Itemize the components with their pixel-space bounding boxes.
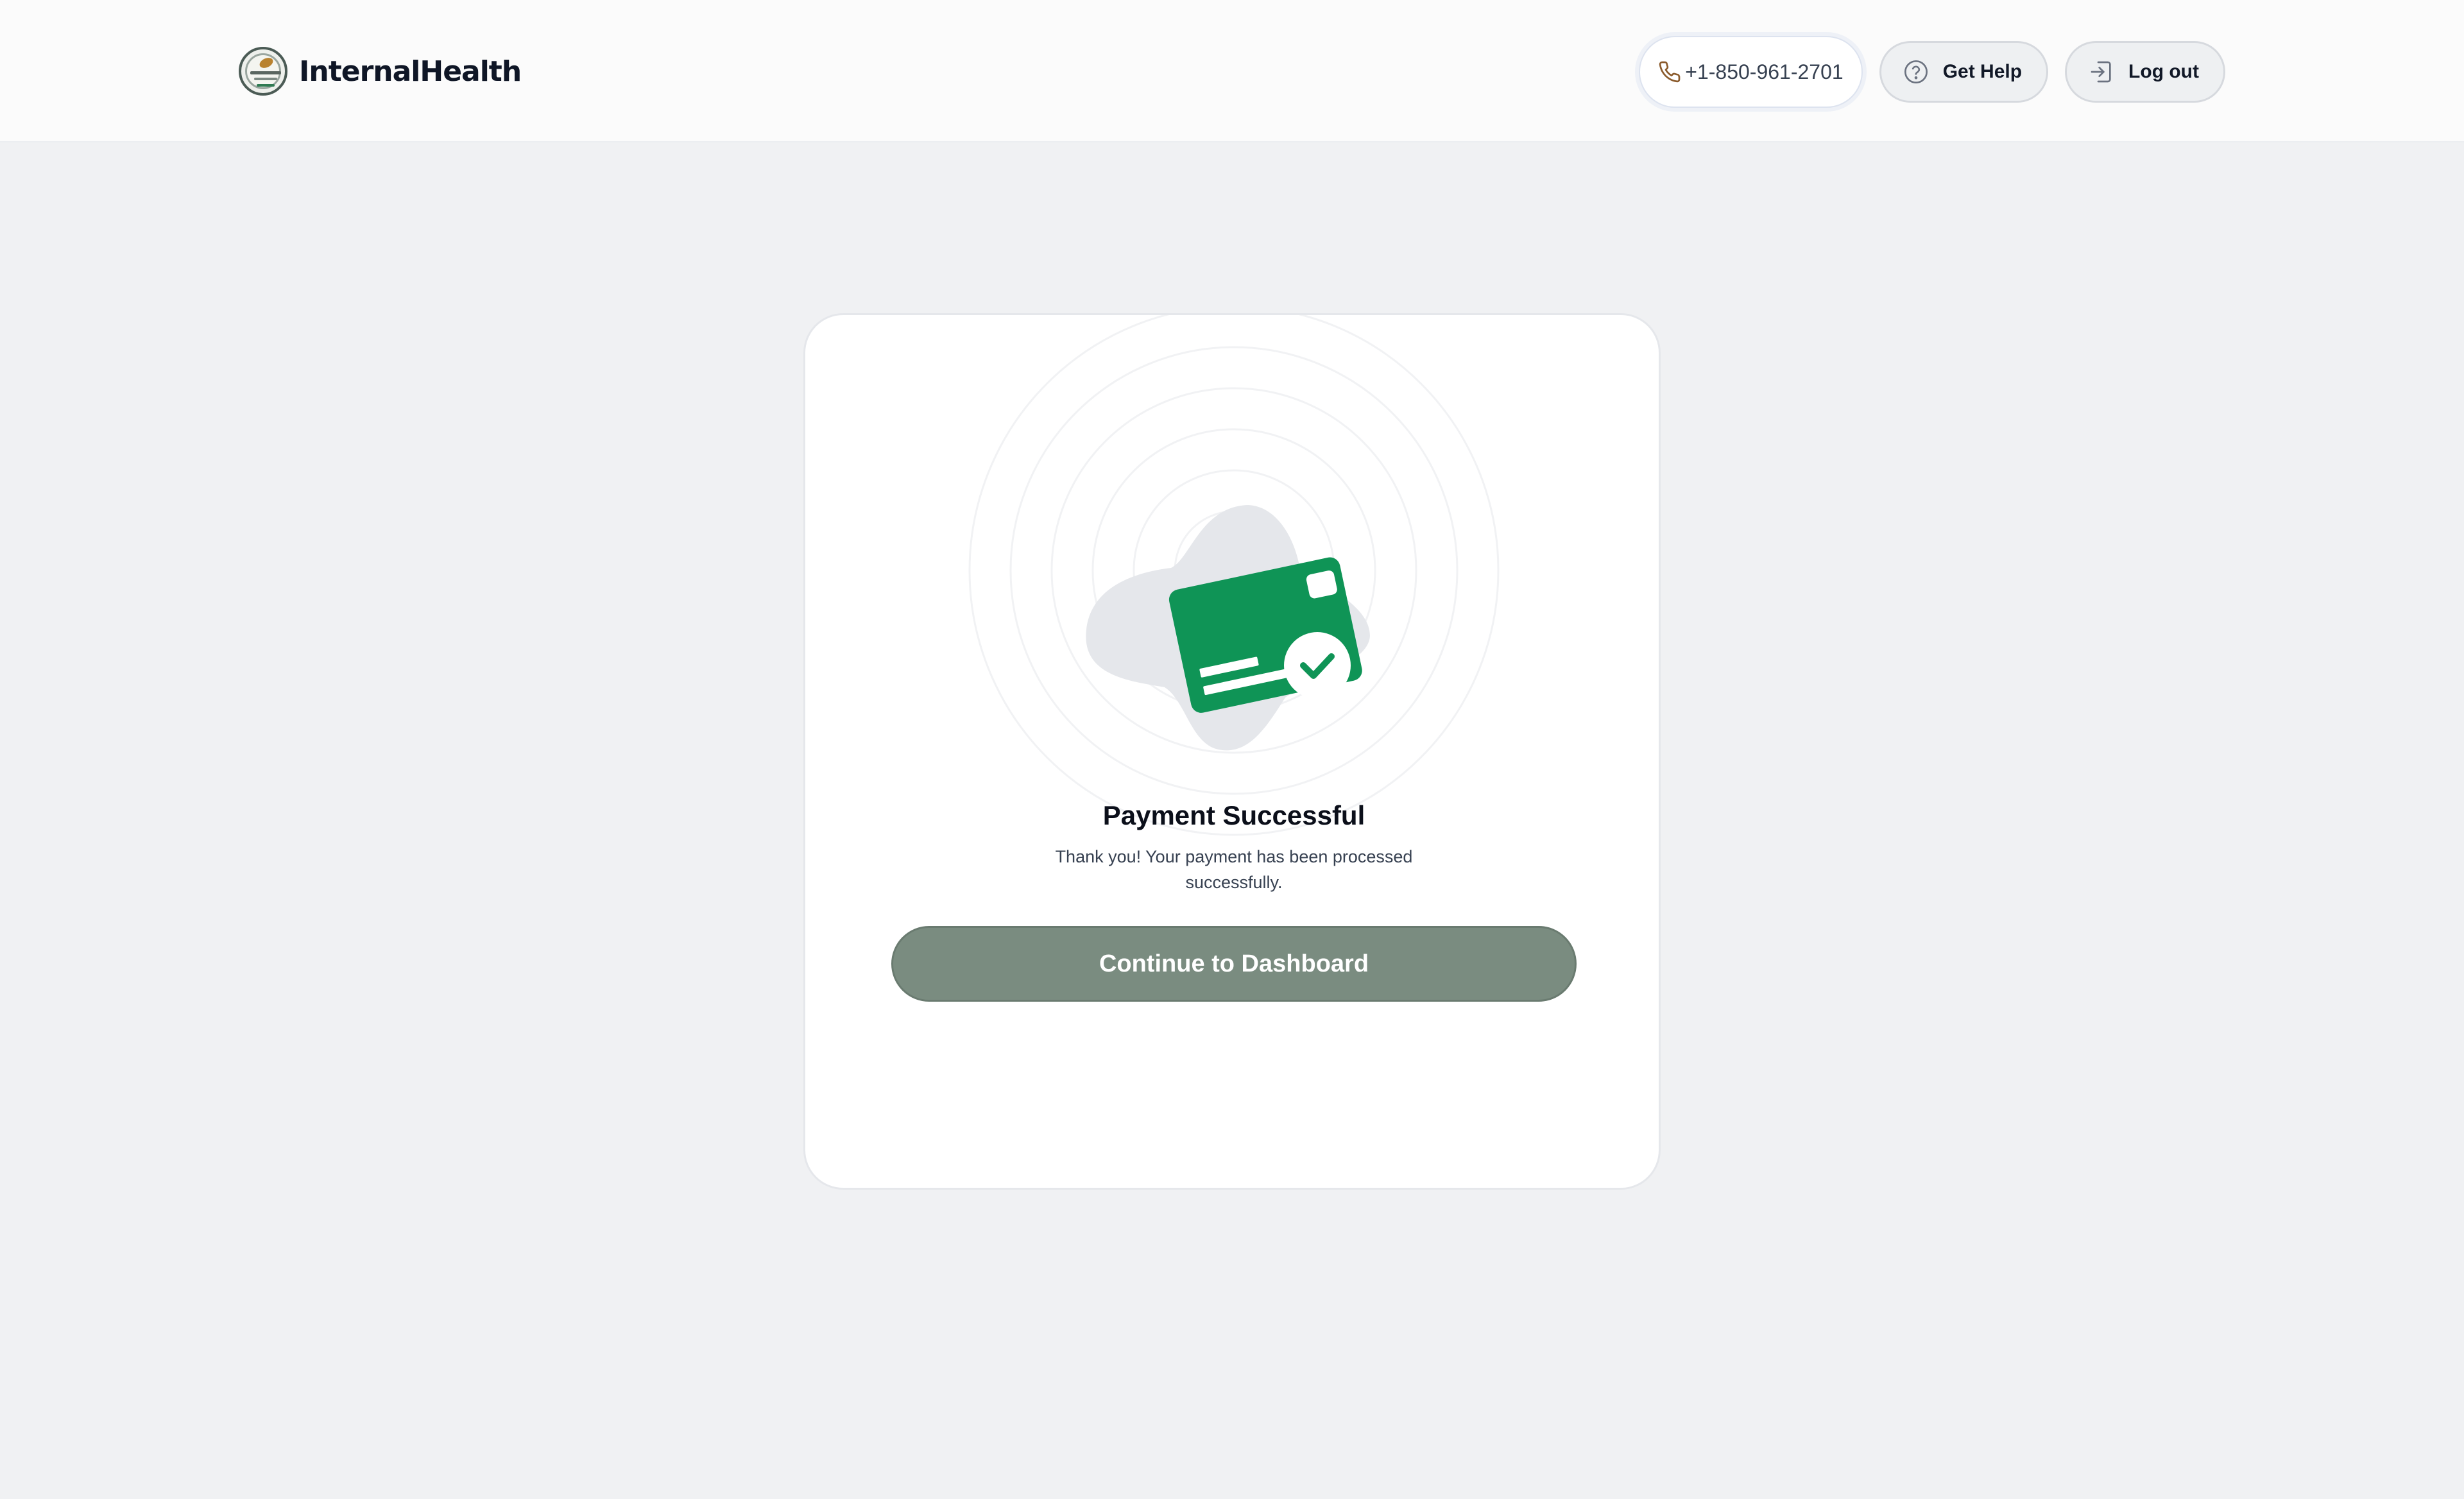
phone-link[interactable]: +1-850-961-2701 (1639, 36, 1863, 108)
payment-success-card: Payment Successful Thank you! Your payme… (803, 313, 1661, 1190)
logout-button[interactable]: Log out (2065, 41, 2225, 103)
credit-card-check-icon (1086, 505, 1370, 751)
top-header: InternalHealth +1-850-961-2701 Get Help … (0, 0, 2464, 142)
brand-name: InternalHealth (299, 55, 522, 88)
login-arrow-icon (2091, 61, 2111, 83)
continue-dashboard-button[interactable]: Continue to Dashboard (891, 926, 1577, 1002)
brand-logo-icon (239, 47, 287, 96)
header-actions: +1-850-961-2701 Get Help Log out (1639, 36, 2225, 108)
logout-label: Log out (2128, 61, 2199, 82)
payment-title: Payment Successful (1102, 800, 1365, 830)
brand[interactable]: InternalHealth (239, 46, 522, 96)
phone-icon (1659, 61, 1681, 83)
payment-message: Thank you! Your payment has been process… (1055, 847, 1413, 892)
get-help-button[interactable]: Get Help (1879, 41, 2049, 103)
phone-number: +1-850-961-2701 (1685, 60, 1844, 83)
get-help-label: Get Help (1942, 61, 2023, 82)
question-circle-icon (1904, 60, 1928, 83)
